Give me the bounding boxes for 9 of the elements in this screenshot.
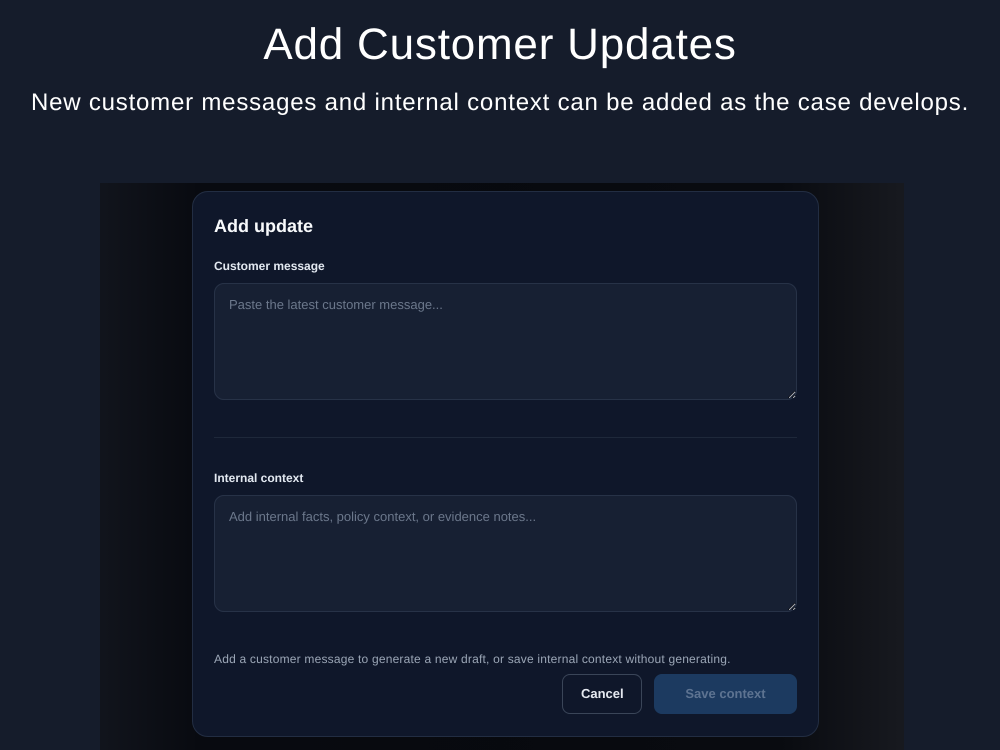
dialog-title: Add update — [214, 215, 314, 238]
hero-subtitle: New customer messages and internal context can be added as the case develops. — [30, 88, 970, 118]
hero-title: Add Customer Updates — [262, 20, 738, 70]
text-area-field[interactable]: Paste the latest customer message... — [214, 283, 797, 400]
cancel-button[interactable]: Cancel — [562, 674, 642, 714]
text-area-field[interactable]: Add internal facts, policy context, or evidence notes... — [214, 495, 797, 612]
hint-text: Add a customer message to generate a new draft, or save internal context without generating. — [214, 651, 732, 668]
field-label: Internal context — [214, 470, 304, 487]
field-label: Customer message — [214, 258, 326, 275]
